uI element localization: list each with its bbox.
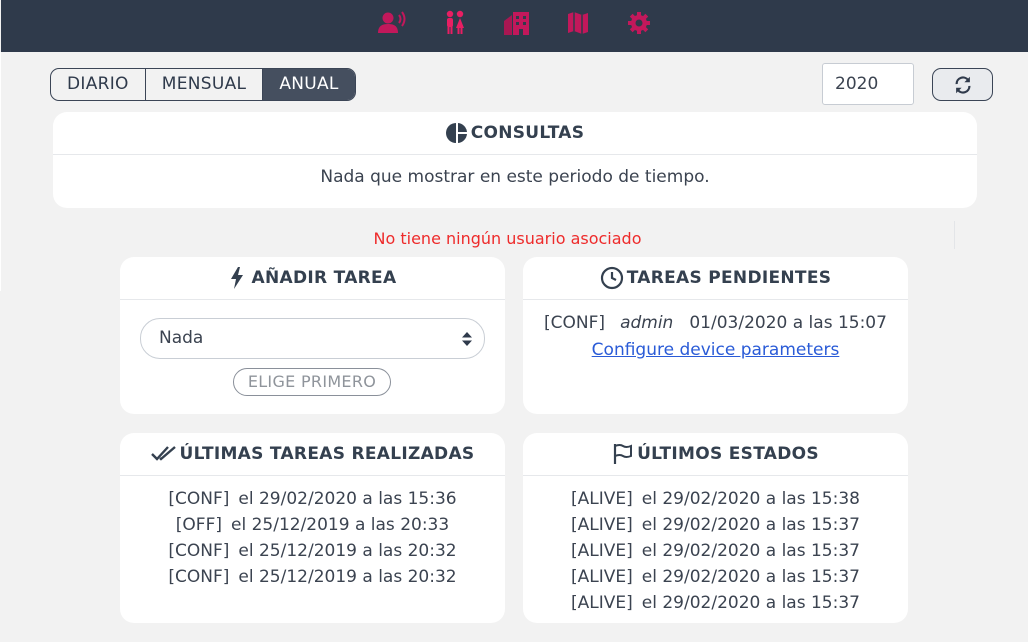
pending-tasks-header: TAREAS PENDIENTES xyxy=(523,257,908,300)
add-task-title: AÑADIR TAREA xyxy=(251,268,397,288)
year-input[interactable]: 2020 xyxy=(822,63,914,105)
done-tasks-header: ÚLTIMAS TAREAS REALIZADAS xyxy=(120,433,505,476)
consultas-header: CONSULTAS xyxy=(53,112,977,155)
pending-task-datetime: 01/03/2020 a las 15:07 xyxy=(689,313,887,333)
add-task-card: AÑADIR TAREA Nada ELIGE PRIMERO xyxy=(120,257,505,414)
restroom-icon[interactable] xyxy=(442,10,468,36)
consultas-empty-message: Nada que mostrar en este periodo de tiem… xyxy=(320,167,710,187)
period-toggle: DIARIO MENSUAL ANUAL xyxy=(50,68,356,101)
list-item: [ALIVE] el 29/02/2020 a las 15:38 xyxy=(571,489,860,509)
list-item: [CONF] el 25/12/2019 a las 20:32 xyxy=(168,541,457,561)
list-item: [ALIVE] el 29/02/2020 a las 15:37 xyxy=(571,567,860,587)
sort-arrows-icon xyxy=(462,332,472,346)
list-item: [CONF] el 25/12/2019 a las 20:32 xyxy=(168,567,457,587)
period-mensual-button[interactable]: MENSUAL xyxy=(146,69,264,100)
flag-icon xyxy=(613,444,633,464)
done-tasks-title: ÚLTIMAS TAREAS REALIZADAS xyxy=(179,444,475,464)
pending-task-tag: [CONF] xyxy=(544,313,606,333)
consultas-card: CONSULTAS Nada que mostrar en este perio… xyxy=(53,112,977,208)
refresh-button[interactable] xyxy=(932,68,993,101)
pending-task-row: [CONF] admin 01/03/2020 a las 15:07 xyxy=(523,313,908,333)
pending-tasks-title: TAREAS PENDIENTES xyxy=(626,268,832,288)
task-select-value: Nada xyxy=(159,328,204,348)
user-voice-icon[interactable] xyxy=(378,10,406,36)
list-item: [ALIVE] el 29/02/2020 a las 15:37 xyxy=(571,541,860,561)
list-item: [ALIVE] el 29/02/2020 a las 15:37 xyxy=(571,515,860,535)
latest-states-card: ÚLTIMOS ESTADOS [ALIVE] el 29/02/2020 a l… xyxy=(523,433,908,623)
refresh-icon xyxy=(954,75,971,94)
done-tasks-list: [CONF] el 29/02/2020 a las 15:36 [OFF] el … xyxy=(120,476,505,590)
task-select[interactable]: Nada xyxy=(140,318,485,359)
latest-states-header: ÚLTIMOS ESTADOS xyxy=(523,433,908,476)
top-nav-bar xyxy=(1,0,1028,52)
pending-task-link[interactable]: Configure device parameters xyxy=(523,340,908,360)
choose-first-button[interactable]: ELIGE PRIMERO xyxy=(233,368,391,396)
building-icon[interactable] xyxy=(503,10,531,36)
left-edge xyxy=(0,52,1,291)
pie-chart-icon xyxy=(445,123,467,143)
double-check-icon xyxy=(150,446,176,461)
done-tasks-card: ÚLTIMAS TAREAS REALIZADAS [CONF] el 29/02… xyxy=(120,433,505,623)
period-anual-button[interactable]: ANUAL xyxy=(263,69,355,100)
latest-states-list: [ALIVE] el 29/02/2020 a las 15:38 [ALIVE]… xyxy=(523,476,908,616)
clock-icon xyxy=(600,266,623,290)
latest-states-title: ÚLTIMOS ESTADOS xyxy=(637,444,819,464)
no-user-warning: No tiene ningún usuario asociado xyxy=(373,229,642,248)
consultas-title: CONSULTAS xyxy=(470,123,585,143)
pending-tasks-card: TAREAS PENDIENTES [CONF] admin 01/03/2020 … xyxy=(523,257,908,414)
map-icon[interactable] xyxy=(567,10,589,36)
pending-task-user: admin xyxy=(620,313,674,333)
gear-icon[interactable] xyxy=(627,10,651,36)
add-task-header: AÑADIR TAREA xyxy=(120,257,505,300)
bolt-icon xyxy=(230,267,243,289)
period-diario-button[interactable]: DIARIO xyxy=(51,69,146,100)
list-item: [CONF] el 29/02/2020 a las 15:36 xyxy=(168,489,457,509)
list-item: [ALIVE] el 29/02/2020 a las 15:37 xyxy=(571,593,860,613)
list-item: [OFF] el 25/12/2019 a las 20:33 xyxy=(175,515,450,535)
